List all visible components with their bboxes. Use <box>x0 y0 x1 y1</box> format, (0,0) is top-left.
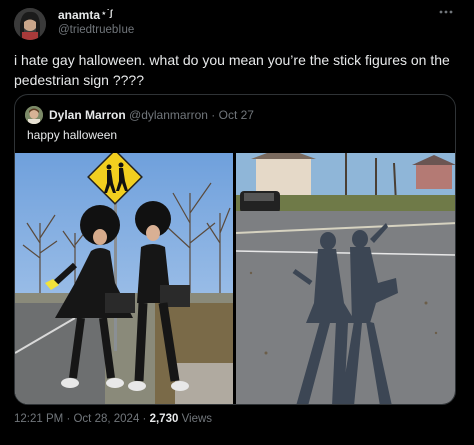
quoted-author-line: Dylan Marron @dylanmarron · Oct 27 <box>49 108 254 122</box>
quoted-avatar-photo <box>25 106 43 124</box>
more-horizontal-icon[interactable] <box>438 4 454 25</box>
costume-photo[interactable] <box>15 153 233 404</box>
meta-separator: · <box>66 413 71 425</box>
views-count: 2,730 <box>149 413 179 425</box>
tweet-date[interactable]: Oct 28, 2024 <box>73 413 139 425</box>
author-name[interactable]: anamta⋆˙ʃ <box>58 8 113 22</box>
meta-separator-2: · <box>142 413 147 425</box>
quoted-tweet[interactable]: Dylan Marron @dylanmarron · Oct 27 happy… <box>14 94 456 405</box>
tweet-time[interactable]: 12:21 PM <box>14 413 63 425</box>
tweet-text: i hate gay halloween. what do you mean y… <box>14 52 450 88</box>
avatar-photo <box>14 8 46 40</box>
author-display-name: anamta <box>58 8 101 22</box>
quoted-author-avatar[interactable] <box>25 106 43 124</box>
author-avatar[interactable] <box>14 8 46 40</box>
quoted-date[interactable]: Oct 27 <box>219 108 254 122</box>
quoted-media <box>15 153 455 404</box>
quoted-display-name[interactable]: Dylan Marron <box>49 108 126 122</box>
quoted-text: happy halloween <box>27 128 118 142</box>
author-name-suffix: ⋆˙ʃ <box>101 8 113 18</box>
quoted-separator: · <box>211 108 216 122</box>
author-handle[interactable]: @triedtruebIue <box>58 24 134 36</box>
tweet-meta: 12:21 PM · Oct 28, 2024 · 2,730 Views <box>14 413 212 425</box>
views-label: Views <box>181 413 213 425</box>
quoted-handle[interactable]: @dylanmarron <box>129 108 208 122</box>
shadow-photo[interactable] <box>236 153 455 404</box>
